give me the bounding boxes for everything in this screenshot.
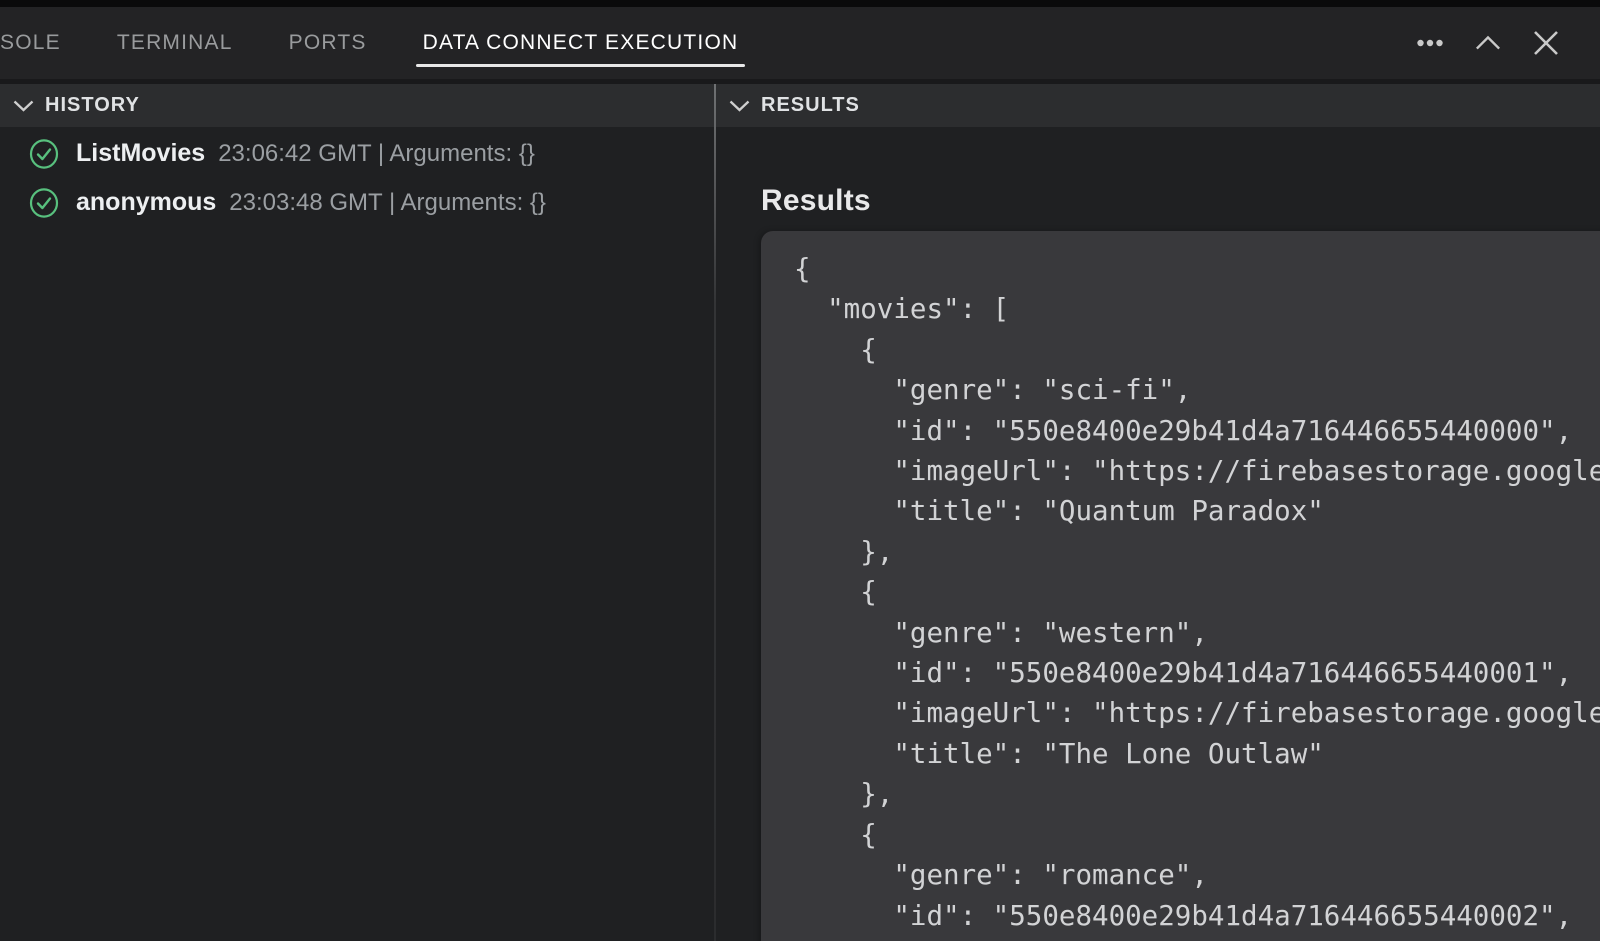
history-pane: HISTORY ListMovies 23:06:42 GMT | Argume…: [0, 84, 714, 941]
history-collapse-chevron-icon[interactable]: [13, 100, 34, 112]
tab-data-connect-execution[interactable]: DATA CONNECT EXECUTION: [423, 31, 739, 55]
history-entry-meta: 23:06:42 GMT | Arguments: {}: [218, 140, 535, 168]
results-body: Results { "movies": [ { "genre": "sci-fi…: [716, 184, 1600, 941]
history-header-label: HISTORY: [45, 94, 140, 117]
results-title: Results: [761, 184, 1600, 218]
tab-console[interactable]: SOLE: [0, 31, 61, 55]
maximize-panel-icon[interactable]: [1475, 30, 1501, 56]
results-header: RESULTS: [716, 84, 1600, 127]
history-header: HISTORY: [0, 84, 714, 127]
results-json-code: { "movies": [ { "genre": "sci-fi", "id":…: [794, 249, 1600, 936]
panel-actions: [1417, 7, 1559, 79]
data-connect-panel: SOLE TERMINAL PORTS DATA CONNECT EXECUTI…: [0, 0, 1600, 941]
success-check-icon: [29, 188, 59, 218]
history-entry-meta: 23:03:48 GMT | Arguments: {}: [229, 189, 546, 217]
tab-ports[interactable]: PORTS: [289, 31, 367, 55]
success-check-icon: [29, 139, 59, 169]
results-json-block: { "movies": [ { "genre": "sci-fi", "id":…: [761, 231, 1600, 941]
close-panel-icon[interactable]: [1533, 30, 1559, 56]
history-row-listmovies[interactable]: ListMovies 23:06:42 GMT | Arguments: {}: [0, 129, 714, 178]
results-header-label: RESULTS: [761, 94, 860, 117]
panel-tabbar: SOLE TERMINAL PORTS DATA CONNECT EXECUTI…: [0, 7, 1600, 79]
more-actions-icon[interactable]: [1417, 30, 1443, 56]
history-entry-name: anonymous: [76, 188, 216, 217]
history-entry-name: ListMovies: [76, 139, 205, 168]
history-row-anonymous[interactable]: anonymous 23:03:48 GMT | Arguments: {}: [0, 178, 714, 227]
tab-terminal[interactable]: TERMINAL: [117, 31, 233, 55]
history-list: ListMovies 23:06:42 GMT | Arguments: {} …: [0, 127, 714, 227]
panel-body: HISTORY ListMovies 23:06:42 GMT | Argume…: [0, 84, 1600, 941]
results-collapse-chevron-icon[interactable]: [729, 100, 750, 112]
results-pane: RESULTS Results { "movies": [ { "genre":…: [716, 84, 1600, 941]
editor-top-strip: [0, 0, 1600, 7]
